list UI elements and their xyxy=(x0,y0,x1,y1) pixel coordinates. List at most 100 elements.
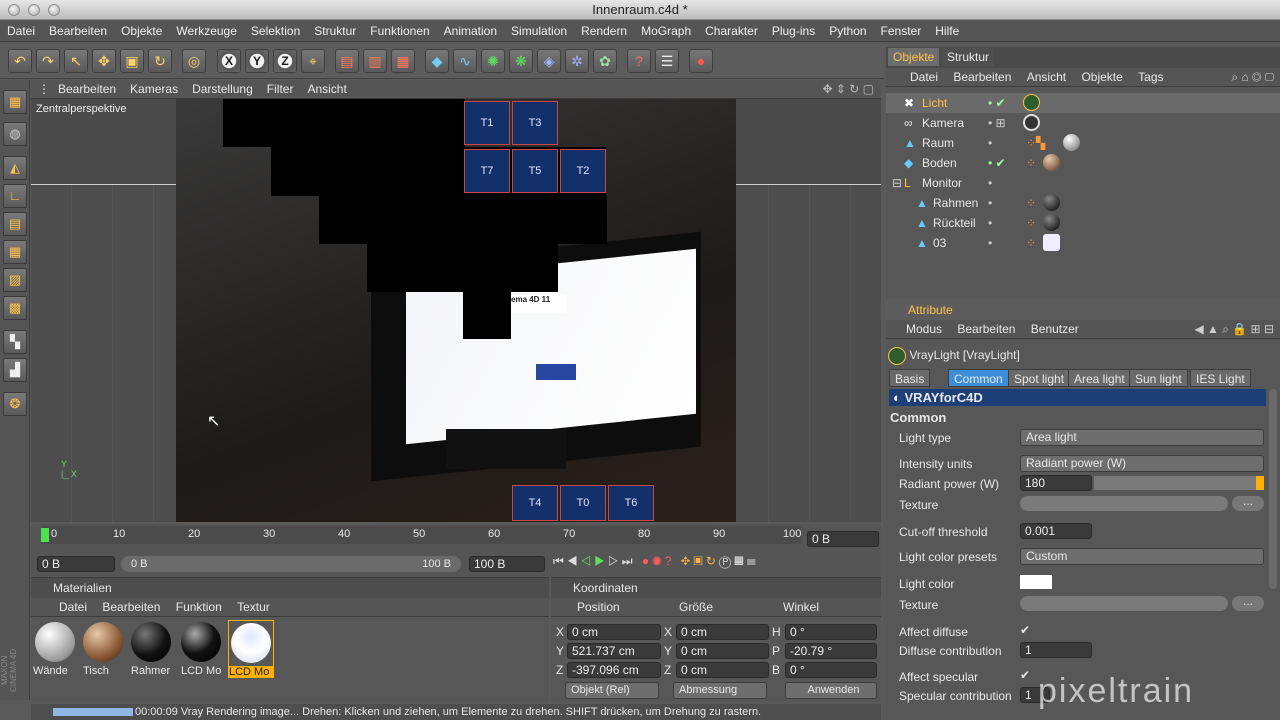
x-axis-lock-icon[interactable]: X xyxy=(217,49,241,73)
mat-menu-funktion[interactable]: Funktion xyxy=(170,600,228,614)
rotation-p-field[interactable]: -20.79 ° xyxy=(785,643,877,659)
menu-struktur[interactable]: Struktur xyxy=(307,21,363,42)
attr-menu-modus[interactable]: Modus xyxy=(886,322,948,336)
size-mode-dropdown[interactable]: Abmessung xyxy=(673,682,767,699)
menu-datei[interactable]: Datei xyxy=(0,21,42,42)
z-axis-lock-icon[interactable]: Z xyxy=(273,49,297,73)
viewport-menu-ansicht[interactable]: Ansicht xyxy=(300,80,353,99)
close-window-button[interactable] xyxy=(8,4,20,16)
menu-rendern[interactable]: Rendern xyxy=(574,21,634,42)
menu-charakter[interactable]: Charakter xyxy=(698,21,765,42)
scale-tool-icon[interactable]: ▣ xyxy=(120,49,144,73)
visibility-dots-icon[interactable]: • ✔ xyxy=(988,93,1006,113)
cutoff-field[interactable]: 0.001 xyxy=(1020,523,1092,539)
cube-icon[interactable]: ◆ xyxy=(425,49,449,73)
texture-browse-button[interactable]: ... xyxy=(1232,495,1264,511)
visibility-dots-icon[interactable]: • ⊞ xyxy=(988,113,1006,133)
material-swatch[interactable]: Tisch xyxy=(81,620,125,678)
scale-key-icon[interactable]: ▣ xyxy=(693,554,706,568)
coordinate-mode-dropdown[interactable]: Objekt (Rel) xyxy=(565,682,659,699)
spline-icon[interactable]: ∿ xyxy=(453,49,477,73)
attr-nav-icons[interactable]: ◀ ▲ ⌕ 🔒 ⊞ ⊟ xyxy=(1188,320,1280,339)
checkerboard-icon[interactable]: ▚ xyxy=(3,330,27,354)
attr-menu-bearbeiten[interactable]: Bearbeiten xyxy=(951,322,1021,336)
tab-objekte[interactable]: Objekte xyxy=(888,48,940,66)
apply-button[interactable]: Anwenden xyxy=(785,682,877,699)
viewport[interactable]: Zentralperspektive ema 4D 11 T1 T3 T7 T5… xyxy=(31,99,881,522)
vray-light-tag-icon[interactable] xyxy=(1023,94,1040,111)
rotation-key-icon[interactable]: ↻ xyxy=(706,554,719,568)
affect-specular-checkbox[interactable]: ✔ xyxy=(1020,668,1030,682)
tab-ies-light[interactable]: IES Light xyxy=(1190,369,1251,387)
light-type-dropdown[interactable]: Area light xyxy=(1020,429,1264,446)
undo-icon[interactable]: ↶ xyxy=(8,49,32,73)
obj-menu-datei[interactable]: Datei xyxy=(886,70,944,84)
viewport-menu-darstellung[interactable]: Darstellung xyxy=(185,80,260,99)
keyframe-selection-icon[interactable]: ? xyxy=(665,554,675,568)
render-view-icon[interactable]: ▤ xyxy=(335,49,359,73)
object-row-rahmen[interactable]: ▲ Rahmen • ⁘ xyxy=(886,193,1280,213)
viewport-menu-bearbeiten[interactable]: Bearbeiten xyxy=(51,80,123,99)
radiant-power-slider[interactable] xyxy=(1094,476,1264,490)
workplane-icon[interactable]: ▩ xyxy=(3,296,27,320)
object-row-boden[interactable]: ◆ Boden • ✔ ⁘ xyxy=(886,153,1280,173)
object-row-03[interactable]: ▲ 03 • ⁘ xyxy=(886,233,1280,253)
axis-mode-icon[interactable]: ▨ xyxy=(3,268,27,292)
object-row-kamera[interactable]: ∞ Kamera • ⊞ xyxy=(886,113,1280,133)
object-row-licht[interactable]: ✖ Licht • ✔ xyxy=(886,93,1280,113)
coordinate-system-icon[interactable]: ⌖ xyxy=(301,49,325,73)
tab-area-light[interactable]: Area light xyxy=(1068,369,1131,387)
camera-tag-icon[interactable] xyxy=(1023,114,1040,131)
menu-werkzeuge[interactable]: Werkzeuge xyxy=(169,21,243,42)
first-frame-icon[interactable]: ⏮ xyxy=(553,554,567,568)
scene-icon[interactable]: ✲ xyxy=(565,49,589,73)
diffuse-contrib-field[interactable]: 1 xyxy=(1020,642,1092,658)
object-mode-icon[interactable]: ◍ xyxy=(3,122,27,146)
viewport-menu-kameras[interactable]: Kameras xyxy=(123,80,185,99)
nurbs-icon[interactable]: ✺ xyxy=(481,49,505,73)
rotate-tool-icon[interactable]: ↻ xyxy=(148,49,172,73)
presets-dropdown[interactable]: Custom xyxy=(1020,548,1264,565)
obj-menu-tags[interactable]: Tags xyxy=(1132,70,1169,84)
object-row-monitor[interactable]: ⊟ L Monitor • xyxy=(886,173,1280,193)
snap-icon[interactable]: ▟ xyxy=(3,358,27,382)
attr-menu-benutzer[interactable]: Benutzer xyxy=(1025,322,1085,336)
points-mode-icon[interactable]: ◭ xyxy=(3,156,27,180)
visibility-dots-icon[interactable]: • xyxy=(988,173,992,193)
python-generator-icon[interactable]: ? xyxy=(627,49,651,73)
last-frame-icon[interactable]: ⏭ xyxy=(622,554,636,568)
redo-icon[interactable]: ↷ xyxy=(36,49,60,73)
position-key-icon[interactable]: ✥ xyxy=(681,554,693,568)
affect-diffuse-checkbox[interactable]: ✔ xyxy=(1020,623,1030,637)
record-icon[interactable]: ● xyxy=(642,554,652,568)
render-picture-viewer-icon[interactable]: ▦ xyxy=(391,49,415,73)
play-icon[interactable]: ▶ xyxy=(594,554,608,568)
size-x-field[interactable]: 0 cm xyxy=(676,624,769,640)
rotation-b-field[interactable]: 0 ° xyxy=(785,662,877,678)
position-z-field[interactable]: -397.096 cm xyxy=(567,662,661,678)
material-tag-icon[interactable] xyxy=(1043,214,1060,231)
playback-controls[interactable]: ⏮◀◁▶▷⏭ ●◉? ✥▣↻Ⓟ▦☰ xyxy=(553,554,883,574)
select-tool-icon[interactable]: ↖ xyxy=(64,49,88,73)
edges-mode-icon[interactable]: ∟ xyxy=(3,184,27,208)
object-row-rueckteil[interactable]: ▲ Rückteil • ⁘ xyxy=(886,213,1280,233)
environment-icon[interactable]: ✿ xyxy=(593,49,617,73)
size-y-field[interactable]: 0 cm xyxy=(676,643,769,659)
size-z-field[interactable]: 0 cm xyxy=(676,662,769,678)
texture2-slot[interactable] xyxy=(1020,596,1228,611)
current-frame-field[interactable]: 0 B xyxy=(807,531,879,547)
radiant-power-field[interactable]: 180 xyxy=(1020,475,1092,491)
mat-menu-datei[interactable]: Datei xyxy=(31,600,93,614)
timeline-menu-icon[interactable]: ☰ xyxy=(747,554,759,568)
pla-key-icon[interactable]: ▦ xyxy=(734,554,747,568)
menu-fenster[interactable]: Fenster xyxy=(874,21,929,42)
sculpt-icon[interactable]: ❂ xyxy=(3,392,27,416)
tab-common[interactable]: Common xyxy=(948,369,1009,387)
menu-funktionen[interactable]: Funktionen xyxy=(363,21,436,42)
tab-struktur[interactable]: Struktur xyxy=(942,48,995,66)
visibility-dots-icon[interactable]: • xyxy=(988,233,992,253)
material-swatch[interactable]: Wände xyxy=(33,620,77,678)
obj-menu-bearbeiten[interactable]: Bearbeiten xyxy=(947,70,1017,84)
model-mode-icon[interactable]: ▦ xyxy=(3,90,27,114)
menu-python[interactable]: Python xyxy=(822,21,873,42)
